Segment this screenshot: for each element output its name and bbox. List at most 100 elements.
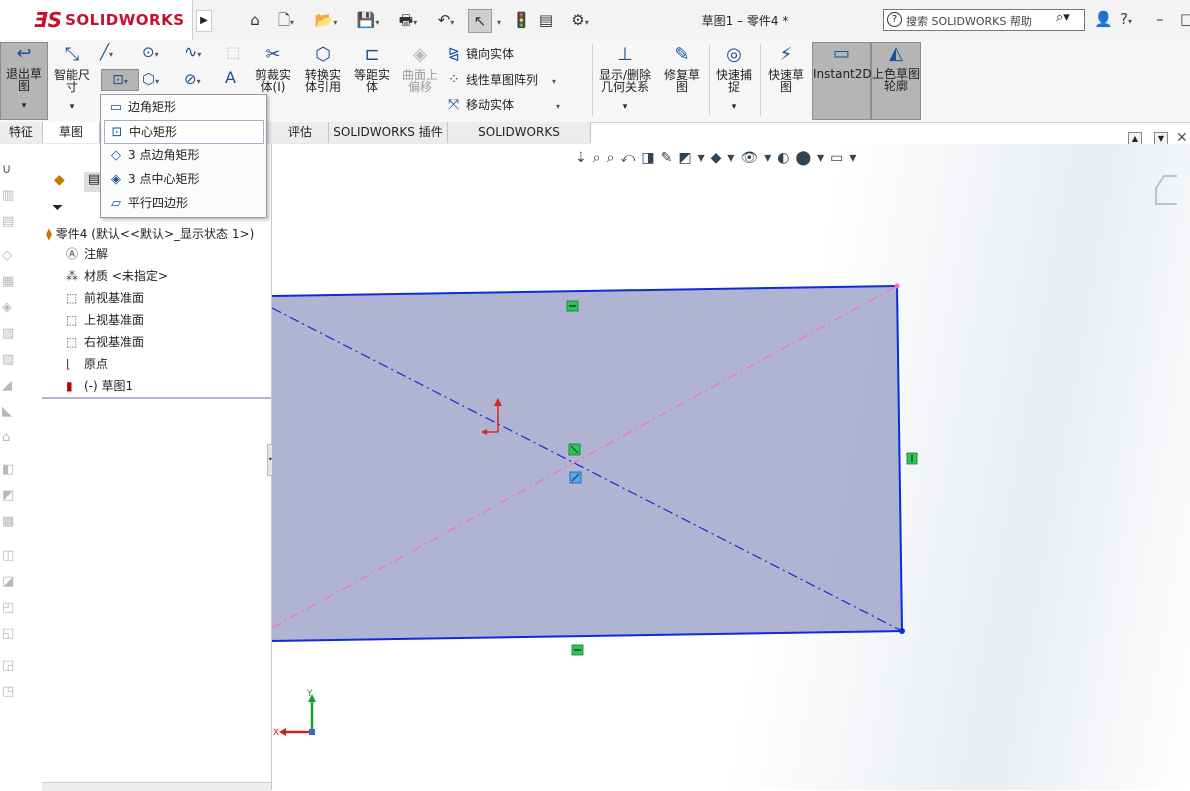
polygon-icon[interactable]: ⬡▾: [142, 70, 159, 88]
offset-surface-icon: ◈: [413, 44, 427, 65]
sweep-icon: ◇: [2, 248, 12, 263]
spline-icon[interactable]: ∿▾: [184, 42, 201, 61]
corner-point[interactable]: [899, 628, 905, 634]
line-icon[interactable]: ╱▾: [100, 43, 113, 61]
display-style-icon[interactable]: ◆▾: [711, 150, 741, 166]
view-orientation-icon[interactable]: ⇣: [575, 150, 593, 166]
menu-item-corner-rectangle[interactable]: ▭ 边角矩形: [104, 96, 262, 118]
menu-item-parallelogram[interactable]: ▱ 平行四边形: [104, 192, 262, 214]
open-document-icon[interactable]: 📂▾: [308, 9, 344, 31]
tree-item-material[interactable]: ⁂ 材质 <未指定>: [66, 266, 168, 286]
user-icon[interactable]: 👤: [1094, 10, 1113, 28]
home-icon[interactable]: ⌂: [245, 9, 265, 31]
offset-entities-button[interactable]: ⊏ 等距实体: [350, 44, 394, 93]
options-gear-icon[interactable]: ⚙▾: [563, 9, 597, 31]
plane-icon: ⬚: [66, 335, 78, 349]
print-icon[interactable]: 🖶▾: [390, 9, 426, 31]
quick-snaps-icon: ◎: [726, 44, 742, 65]
new-document-icon[interactable]: 🗋▾: [272, 9, 300, 31]
shaded-sketch-contours-button[interactable]: ◭ 上色草图轮廓: [871, 42, 921, 120]
tree-item-front-plane[interactable]: ⬚ 前视基准面: [66, 288, 144, 308]
menu-item-3point-center-rectangle[interactable]: ◈ 3 点中心矩形: [104, 168, 262, 190]
corner-point[interactable]: [894, 283, 900, 289]
slot-icon: ⬚: [226, 43, 241, 61]
tree-item-top-plane[interactable]: ⬚ 上视基准面: [66, 310, 144, 330]
brand-name: SOLIDWORKS: [65, 11, 185, 29]
parallelogram-icon: ▱: [111, 196, 121, 211]
menu-item-center-rectangle[interactable]: ⊡ 中心矩形: [104, 120, 264, 144]
shell-icon: ◧: [2, 462, 15, 477]
graphics-area[interactable]: Y X: [272, 144, 1190, 790]
tab-solidworks-inspection[interactable]: SOLIDWORKS Inspection: [448, 122, 591, 160]
edit-appearance-icon[interactable]: ◐: [777, 150, 795, 166]
instant2d-button[interactable]: ▭ Instant2D: [812, 42, 872, 120]
filter-icon[interactable]: ⏷: [52, 200, 63, 216]
smart-dimension-button[interactable]: ⤡ 智能尺寸 ▾: [50, 44, 94, 113]
zoom-to-area-icon[interactable]: ⌕: [607, 150, 621, 166]
confirmation-corner-icon[interactable]: [1155, 175, 1177, 205]
trim-icon: ✂: [265, 44, 281, 65]
curves-icon: ◰: [2, 600, 15, 615]
circle-icon[interactable]: ⊙▾: [142, 43, 159, 61]
rapid-sketch-button[interactable]: ⚡ 快速草图: [764, 44, 808, 93]
mirror-entities-button[interactable]: ⧎ 镜向实体: [448, 44, 588, 64]
smart-dimension-icon: ⤡: [64, 44, 80, 65]
convert-entities-button[interactable]: ⬡ 转换实体引用: [300, 44, 346, 93]
previous-view-icon[interactable]: ⤺: [620, 150, 641, 166]
mirror-feature-icon: ◫: [2, 548, 15, 563]
tree-item-sketch1[interactable]: ▮ (-) 草图1: [66, 376, 133, 396]
dynamic-annotation-icon[interactable]: ✎: [661, 150, 679, 166]
repair-sketch-button[interactable]: ✎ 修复草图: [660, 44, 704, 93]
sketch-icon: ▮: [66, 379, 73, 393]
ellipse-icon[interactable]: ⊘▾: [184, 70, 201, 88]
zoom-to-fit-icon[interactable]: ⌕: [593, 150, 607, 166]
3point-corner-rectangle-icon: ◇: [111, 148, 121, 163]
magnet-icon[interactable]: ∪: [2, 162, 20, 178]
display-relations-button[interactable]: ⊥ 显示/删除几何关系 ▾: [596, 44, 654, 113]
undo-icon[interactable]: ↶▾: [430, 9, 462, 31]
trim-entities-button[interactable]: ✂ 剪裁实体(I): [250, 44, 296, 93]
rectangle-tool-button[interactable]: ⊡▾: [101, 69, 139, 91]
rectangle-flyout-menu: ▭ 边角矩形 ⊡ 中心矩形 ◇ 3 点边角矩形 ◈ 3 点中心矩形 ▱ 平行四边形: [100, 94, 267, 218]
menu-item-3point-corner-rectangle[interactable]: ◇ 3 点边角矩形: [104, 144, 262, 166]
shaded-sketch-icon: ◭: [889, 43, 903, 64]
instant2d-icon: ▭: [832, 43, 850, 64]
help-search-box[interactable]: ? 搜索 SOLIDWORKS 帮助 ⌕▾: [883, 9, 1085, 31]
help-question-icon[interactable]: ?▾: [1120, 10, 1132, 28]
tree-root-part[interactable]: ⧫ 零件4 (默认<<默认>_显示状态 1>): [46, 224, 254, 244]
linear-pattern-button[interactable]: ⁘ 线性草图阵列 ▾: [448, 70, 588, 90]
feature-manager-tab-icon[interactable]: ◆: [54, 172, 74, 192]
select-caret[interactable]: ▾: [494, 9, 504, 31]
rollback-bar[interactable]: [42, 397, 271, 399]
solidworks-logo[interactable]: ƎS SOLIDWORKS: [0, 0, 193, 40]
tab-solidworks-addins[interactable]: SOLIDWORKS 插件: [329, 122, 448, 143]
quick-snaps-button[interactable]: ◎ 快速捕捉 ▾: [712, 44, 756, 113]
tree-item-origin[interactable]: ⌊ 原点: [66, 354, 108, 374]
origin-icon: ⌊: [66, 357, 71, 371]
hide-show-items-icon[interactable]: 👁▾: [740, 150, 777, 166]
rebuild-icon[interactable]: 🚦: [512, 9, 531, 31]
scene-icon[interactable]: ⬤▾: [795, 150, 830, 166]
tab-features[interactable]: 特征: [0, 122, 43, 143]
sketch-text-icon[interactable]: A: [225, 68, 236, 87]
tab-evaluate[interactable]: 评估: [272, 122, 329, 143]
view-settings-icon[interactable]: ▭▾: [830, 150, 862, 166]
section-view-icon[interactable]: ◨: [641, 150, 660, 166]
restore-icon[interactable]: □: [1180, 10, 1190, 28]
minimize-icon[interactable]: –: [1156, 10, 1164, 28]
tab-sketch[interactable]: 草图: [43, 122, 100, 143]
exit-sketch-icon: ↩: [16, 43, 32, 64]
search-icon[interactable]: ⌕▾: [1056, 10, 1070, 25]
move-entities-button[interactable]: ⤧ 移动实体 ▾: [448, 95, 588, 115]
exit-sketch-button[interactable]: ↩ 退出草图 ▾: [0, 42, 48, 120]
tree-item-right-plane[interactable]: ⬚ 右视基准面: [66, 332, 144, 352]
file-properties-icon[interactable]: ▤: [536, 9, 556, 31]
save-icon[interactable]: 💾▾: [352, 9, 384, 31]
hole-wizard-icon: ▧: [2, 352, 15, 367]
triad-icon: [279, 694, 316, 736]
tree-item-annotations[interactable]: Ⓐ 注解: [66, 244, 108, 264]
sketch-canvas: Y X: [272, 175, 1177, 738]
select-pointer-icon[interactable]: ↖: [468, 9, 492, 33]
view-orientation-cube-icon[interactable]: ◩▾: [678, 150, 710, 166]
menu-expand-arrow[interactable]: ▶: [196, 10, 212, 32]
